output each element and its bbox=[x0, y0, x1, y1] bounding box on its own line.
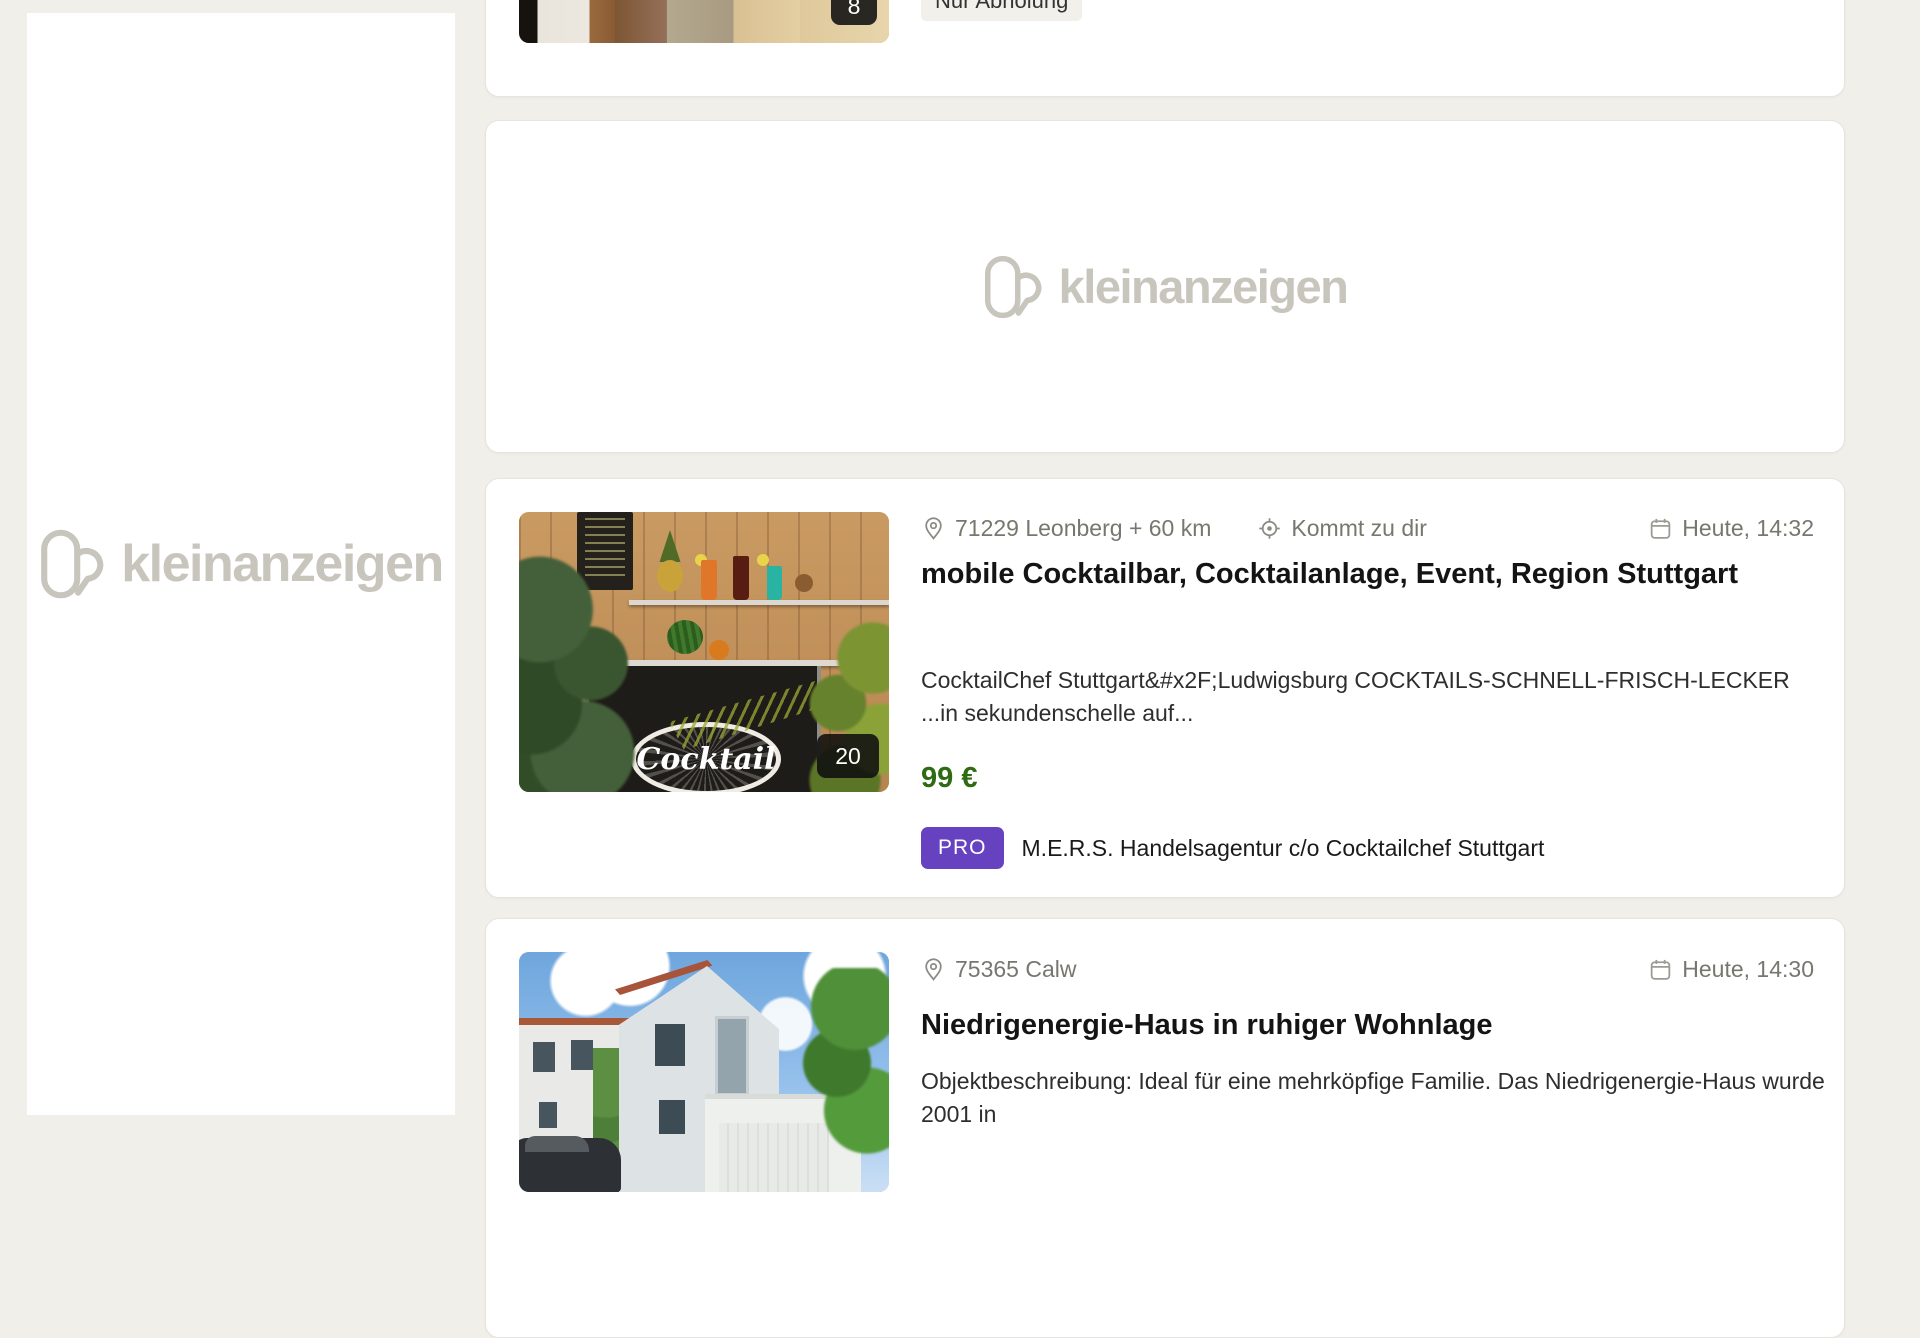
photo-art bbox=[519, 542, 659, 792]
photo-art bbox=[657, 560, 683, 592]
photo-art bbox=[655, 1024, 685, 1066]
location-text: 75365 Calw bbox=[955, 956, 1076, 983]
image-count-badge: 8 bbox=[831, 0, 877, 25]
shipping-text: Kommt zu dir bbox=[1291, 515, 1426, 542]
listing-card-house[interactable]: 75365 Calw Heute, 14:30 Niedrigenergie-H… bbox=[485, 918, 1845, 1338]
photo-art bbox=[701, 560, 717, 600]
listing-description: Objektbeschreibung: Ideal für eine mehrk… bbox=[921, 1065, 1831, 1130]
kleinanzeigen-logo: kleinanzeigen bbox=[983, 250, 1348, 324]
listing-title[interactable]: Niedrigenergie-Haus in ruhiger Wohnlage bbox=[921, 1007, 1493, 1044]
location: 71229 Leonberg + 60 km bbox=[921, 515, 1211, 542]
sidebar-logo-text: kleinanzeigen bbox=[121, 534, 443, 594]
pro-badge: PRO bbox=[921, 827, 1004, 869]
seller-name: M.E.R.S. Handelsagentur c/o Cocktailchef… bbox=[1022, 835, 1545, 862]
listing-image[interactable] bbox=[519, 952, 889, 1192]
listing-card-cocktailbar[interactable]: Cocktail 20 71229 Leonberg + 60 km bbox=[485, 478, 1845, 898]
listing-meta-row: 75365 Calw Heute, 14:30 bbox=[921, 956, 1814, 983]
listing-price: 99 € bbox=[921, 762, 977, 795]
listing-date: Heute, 14:32 bbox=[1648, 515, 1814, 542]
photo-art bbox=[539, 1102, 557, 1128]
photo-art bbox=[659, 1100, 685, 1134]
delivery-target-icon bbox=[1257, 516, 1282, 541]
image-count: 20 bbox=[835, 743, 861, 770]
date-text: Heute, 14:30 bbox=[1682, 956, 1814, 983]
calendar-icon bbox=[1648, 957, 1673, 982]
listing-card-partial[interactable]: 8 Nur Abholung bbox=[485, 0, 1845, 97]
photo-art bbox=[795, 574, 813, 592]
kleinanzeigen-logo-icon bbox=[983, 250, 1043, 324]
photo-art bbox=[757, 554, 769, 566]
location: 75365 Calw bbox=[921, 956, 1076, 983]
photo-art bbox=[667, 620, 703, 654]
image-count: 8 bbox=[848, 0, 861, 20]
photo-art bbox=[571, 1040, 593, 1070]
photo-art bbox=[629, 600, 889, 605]
listing-title[interactable]: mobile Cocktailbar, Cocktailanlage, Even… bbox=[921, 556, 1738, 593]
image-count-badge: 20 bbox=[817, 734, 879, 778]
calendar-icon bbox=[1648, 516, 1673, 541]
listing-image[interactable]: Cocktail 20 bbox=[519, 512, 889, 792]
sidebar: kleinanzeigen bbox=[27, 13, 455, 1115]
location-text: 71229 Leonberg + 60 km bbox=[955, 515, 1211, 542]
kleinanzeigen-logo: kleinanzeigen bbox=[39, 523, 443, 605]
photo-art bbox=[533, 1042, 555, 1072]
shipping-tag: Nur Abholung bbox=[921, 0, 1082, 21]
photo-art bbox=[715, 1016, 749, 1096]
date-text: Heute, 14:32 bbox=[1682, 515, 1814, 542]
listing-meta-row: 71229 Leonberg + 60 km Kommt zu dir Heut… bbox=[921, 515, 1814, 542]
shipping-info: Kommt zu dir bbox=[1257, 515, 1426, 542]
photo-art bbox=[767, 566, 782, 600]
kleinanzeigen-logo-icon bbox=[39, 523, 105, 605]
photo-art bbox=[519, 1138, 621, 1192]
photo-art bbox=[709, 640, 729, 660]
listing-date: Heute, 14:30 bbox=[1648, 956, 1814, 983]
photo-art bbox=[789, 968, 889, 1158]
photo-art bbox=[525, 1136, 589, 1152]
placeholder-logo-text: kleinanzeigen bbox=[1059, 259, 1348, 314]
location-pin-icon bbox=[921, 516, 946, 541]
ad-placeholder-card: kleinanzeigen bbox=[485, 120, 1845, 453]
listing-image[interactable]: 8 bbox=[519, 0, 889, 43]
listing-description: CocktailChef Stuttgart&#x2F;Ludwigsburg … bbox=[921, 664, 1831, 729]
seller-row: PRO M.E.R.S. Handelsagentur c/o Cocktail… bbox=[921, 827, 1544, 869]
location-pin-icon bbox=[921, 957, 946, 982]
photo-art bbox=[733, 556, 749, 600]
